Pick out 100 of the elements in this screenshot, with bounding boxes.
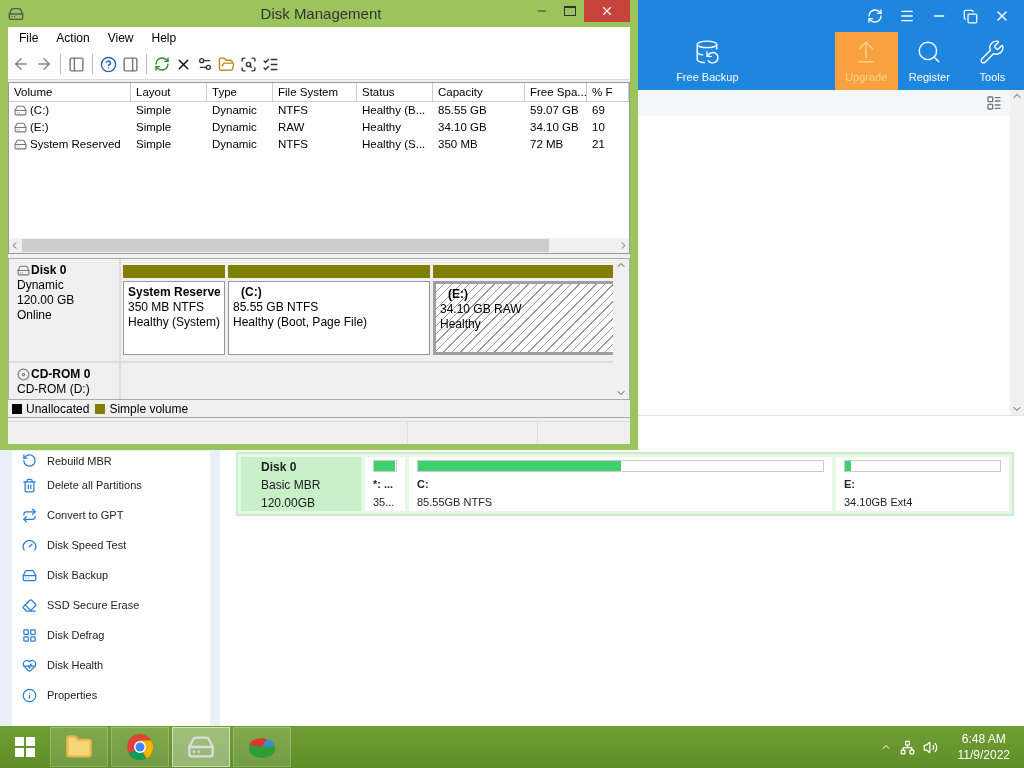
legend-label: Unallocated (26, 401, 90, 416)
column-header[interactable]: % F (587, 83, 629, 102)
drive-icon (14, 104, 27, 117)
database-icon (694, 39, 721, 65)
disk-info: Dynamic (17, 278, 65, 293)
table-cell-text: Dynamic (211, 120, 258, 135)
menu-item[interactable]: Action (49, 31, 97, 45)
volume-block[interactable]: (C:) 85.55 GB NTFS Healthy (Boot, Page File) (228, 281, 430, 355)
gauge-icon (22, 537, 37, 553)
properties-icon[interactable] (197, 56, 213, 72)
refresh-icon[interactable] (154, 56, 170, 72)
folder-icon (65, 733, 93, 761)
sidebar-item[interactable]: Disk Speed Test (12, 530, 210, 560)
table-cell: (E:) (9, 119, 131, 136)
column-header[interactable]: Volume (9, 83, 131, 102)
column-header[interactable]: Layout (131, 83, 207, 102)
grid-icon (22, 627, 37, 643)
sidebar-item[interactable]: Properties (12, 680, 210, 710)
search-icon[interactable] (240, 55, 257, 73)
view-toggle-icon[interactable] (986, 95, 1002, 111)
clock[interactable]: 6:48 AM 11/9/2022 (957, 731, 1010, 763)
column-header[interactable]: Type (207, 83, 273, 102)
disk-info: Online (17, 308, 53, 323)
toolbar-button[interactable]: Tools (960, 32, 1024, 90)
table-cell-text: Healthy (B... (361, 103, 427, 118)
table-cell-text: 72 MB (529, 137, 565, 152)
menu-item[interactable]: File (12, 31, 46, 45)
menu-item[interactable]: View (100, 31, 141, 45)
table-cell-text: Healthy (S... (361, 137, 427, 152)
table-cell-text: 10 (591, 120, 606, 135)
panel-icon[interactable] (122, 55, 139, 73)
menu-item[interactable]: Help (144, 31, 184, 45)
drive-icon (14, 138, 27, 151)
toolbar-button[interactable]: Free Backup (660, 32, 755, 90)
drive-icon (17, 264, 30, 277)
sidebar-item[interactable]: SSD Secure Erase (12, 590, 210, 620)
drive-icon (14, 121, 27, 134)
disk-info: 120.00 GB (17, 293, 76, 308)
disc-icon (17, 368, 30, 381)
table-cell: System Reserved (9, 136, 131, 153)
restore-icon[interactable] (963, 8, 978, 24)
sidebar-item[interactable]: Disk Backup (12, 560, 210, 590)
column-header[interactable]: Free Spa... (525, 83, 587, 102)
help-icon[interactable] (100, 55, 117, 73)
legend-label: Simple volume (109, 401, 189, 416)
table-cell-text: 34.10 GB (437, 120, 488, 135)
window-title: Disk Management (259, 5, 383, 22)
table-cell-text: RAW (277, 120, 306, 135)
volume-block[interactable]: (E:) 34.10 GB RAW Healthy (433, 281, 613, 355)
table-cell-text: Simple (135, 103, 173, 118)
table-cell-text: Simple (135, 137, 173, 152)
table-cell-text: 350 MB (437, 137, 479, 152)
menu-icon[interactable] (899, 8, 915, 24)
forward-icon[interactable] (35, 55, 53, 73)
table-cell: (C:) (9, 102, 131, 119)
info-icon (22, 687, 37, 703)
table-cell-text: Healthy (361, 120, 402, 135)
network-icon[interactable] (899, 739, 915, 755)
partition-card[interactable]: *: ... 35... (365, 457, 405, 511)
refresh-icon[interactable] (867, 8, 883, 24)
sidebar-item[interactable]: Disk Defrag (12, 620, 210, 650)
back-icon[interactable] (12, 55, 30, 73)
sidebar-item[interactable]: Disk Health (12, 650, 210, 680)
table-cell-text: 85.55 GB (437, 103, 488, 118)
table-cell-text: Dynamic (211, 137, 258, 152)
disk-name: Disk 0 (31, 263, 67, 278)
taskbar-button[interactable] (111, 727, 169, 767)
table-cell-text: NTFS (277, 137, 310, 152)
table-cell-text: NTFS (277, 103, 310, 118)
volume-icon[interactable] (922, 739, 938, 755)
table-cell-text: 21 (591, 137, 606, 152)
close-icon (600, 4, 614, 18)
partition-card[interactable]: C: 85.55GB NTFS (409, 457, 832, 511)
disk-info: CD-ROM (D:) (17, 382, 91, 397)
table-cell-text: 34.10 GB (529, 120, 580, 135)
column-header[interactable]: Capacity (433, 83, 525, 102)
disk-label[interactable]: Disk 0 Basic MBR 120.00GB (241, 457, 361, 511)
windows-icon (15, 737, 35, 757)
eraser-icon (22, 597, 37, 613)
folder-icon[interactable] (218, 55, 235, 73)
volume-block[interactable]: System Reserve 350 MB NTFS Healthy (System) (123, 281, 225, 355)
table-cell-text: 59.07 GB (529, 103, 580, 118)
convert-icon (22, 507, 37, 523)
table-cell-text: Simple (135, 120, 173, 135)
partition-card[interactable]: E: 34.10GB Ext4 (836, 457, 1009, 511)
sidebar-item[interactable]: Convert to GPT (12, 500, 210, 530)
wrench-icon (979, 39, 1006, 65)
sidebar-item[interactable]: Delete all Partitions (12, 470, 210, 500)
toolbar-button[interactable]: Register (897, 32, 961, 90)
taskbar-button[interactable] (50, 727, 108, 767)
disk-name: CD-ROM 0 (31, 367, 91, 382)
table-cell-text: 69 (591, 103, 606, 118)
column-header[interactable]: Status (357, 83, 433, 102)
taskbar-button[interactable] (233, 727, 291, 767)
column-header[interactable]: File System (273, 83, 357, 102)
app-icon (8, 5, 24, 22)
table-cell-text: Dynamic (211, 103, 258, 118)
sidebar-item[interactable]: Rebuild MBR (12, 451, 210, 470)
health-icon (22, 657, 37, 673)
panel-icon[interactable] (68, 55, 85, 73)
